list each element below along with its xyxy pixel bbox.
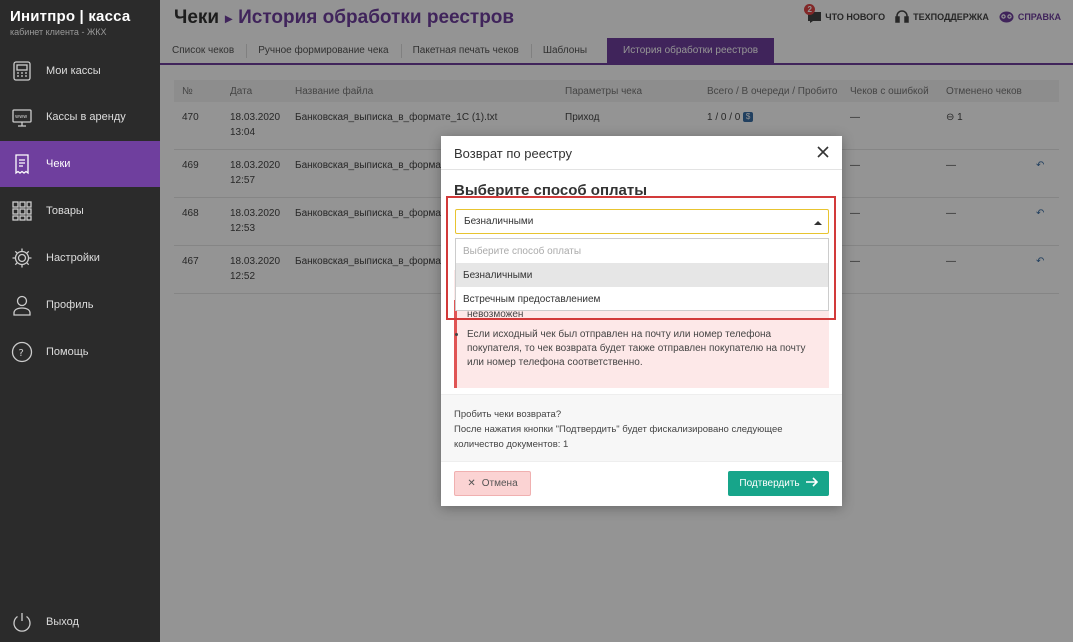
option-placeholder[interactable]: Выберите способ оплаты: [456, 239, 828, 263]
brand-subtitle: кабинет клиента - ЖКХ: [10, 27, 107, 37]
sidebar-item-rent[interactable]: www Кассы в аренду: [0, 94, 160, 140]
warning-list: Если исходный чек был отправлен на почту…: [467, 328, 817, 370]
sidebar-item-help[interactable]: ? Помощь: [0, 329, 160, 375]
payment-method-select[interactable]: Безналичными: [455, 209, 829, 234]
modal-title: Возврат по реестру: [454, 146, 572, 161]
cancel-button-label: Отмена: [481, 478, 518, 489]
gear-icon: [10, 246, 34, 270]
sidebar-item-label: Кассы в аренду: [46, 111, 126, 123]
logout-button[interactable]: Выход: [0, 606, 160, 638]
svg-text:www: www: [15, 114, 27, 120]
sidebar-item-my-registers[interactable]: Мои кассы: [0, 48, 160, 94]
sidebar-item-profile[interactable]: Профиль: [0, 282, 160, 328]
confirm-button-label: Подтвердить: [739, 478, 800, 489]
brand: Инитпро | касса кабинет клиента - ЖКХ: [0, 0, 160, 48]
modal-header: Возврат по реестру: [441, 136, 842, 170]
warning-item: Если исходный чек был отправлен на почту…: [467, 328, 817, 370]
confirm-button[interactable]: Подтвердить: [728, 471, 829, 496]
question-icon: ?: [10, 340, 34, 364]
user-icon: [10, 293, 34, 317]
arrow-right-icon: [805, 477, 818, 490]
payment-method-options: Выберите способ оплаты Безналичными Встр…: [455, 238, 829, 311]
sidebar-item-label: Профиль: [46, 299, 94, 311]
www-icon: www: [10, 105, 34, 129]
cancel-button[interactable]: ✕ Отмена: [454, 471, 531, 496]
svg-text:?: ?: [19, 348, 24, 359]
sidebar-item-label: Настройки: [46, 252, 100, 264]
close-icon[interactable]: [814, 143, 832, 161]
register-icon: [10, 59, 34, 83]
confirm-info: Пробить чеки возврата? После нажатия кно…: [441, 394, 842, 462]
sidebar-item-label: Помощь: [46, 346, 89, 358]
sidebar-item-label: Мои кассы: [46, 65, 101, 77]
grid-icon: [10, 199, 34, 223]
brand-name: Инитпро | касса: [10, 8, 131, 25]
sidebar-item-goods[interactable]: Товары: [0, 188, 160, 234]
option-counter-provision[interactable]: Встречным предоставлением: [456, 287, 828, 311]
logout-label: Выход: [46, 616, 79, 628]
confirm-info-question: Пробить чеки возврата?: [454, 409, 562, 420]
receipt-icon: [10, 152, 34, 176]
sidebar: Инитпро | касса кабинет клиента - ЖКХ Мо…: [0, 0, 160, 642]
return-modal: Возврат по реестру Выберите способ оплат…: [441, 136, 842, 506]
sidebar-item-settings[interactable]: Настройки: [0, 235, 160, 281]
confirm-info-details: После нажатия кнопки "Подтвердить" будет…: [454, 424, 783, 450]
caret-up-icon: [814, 218, 822, 225]
sidebar-item-label: Товары: [46, 205, 84, 217]
sidebar-item-label: Чеки: [46, 158, 71, 170]
option-cashless[interactable]: Безналичными: [456, 263, 828, 287]
sidebar-item-receipts[interactable]: Чеки: [0, 141, 160, 187]
close-icon: ✕: [467, 478, 476, 489]
power-icon: [10, 610, 34, 634]
payment-method-select-value: Безналичными: [464, 216, 534, 227]
